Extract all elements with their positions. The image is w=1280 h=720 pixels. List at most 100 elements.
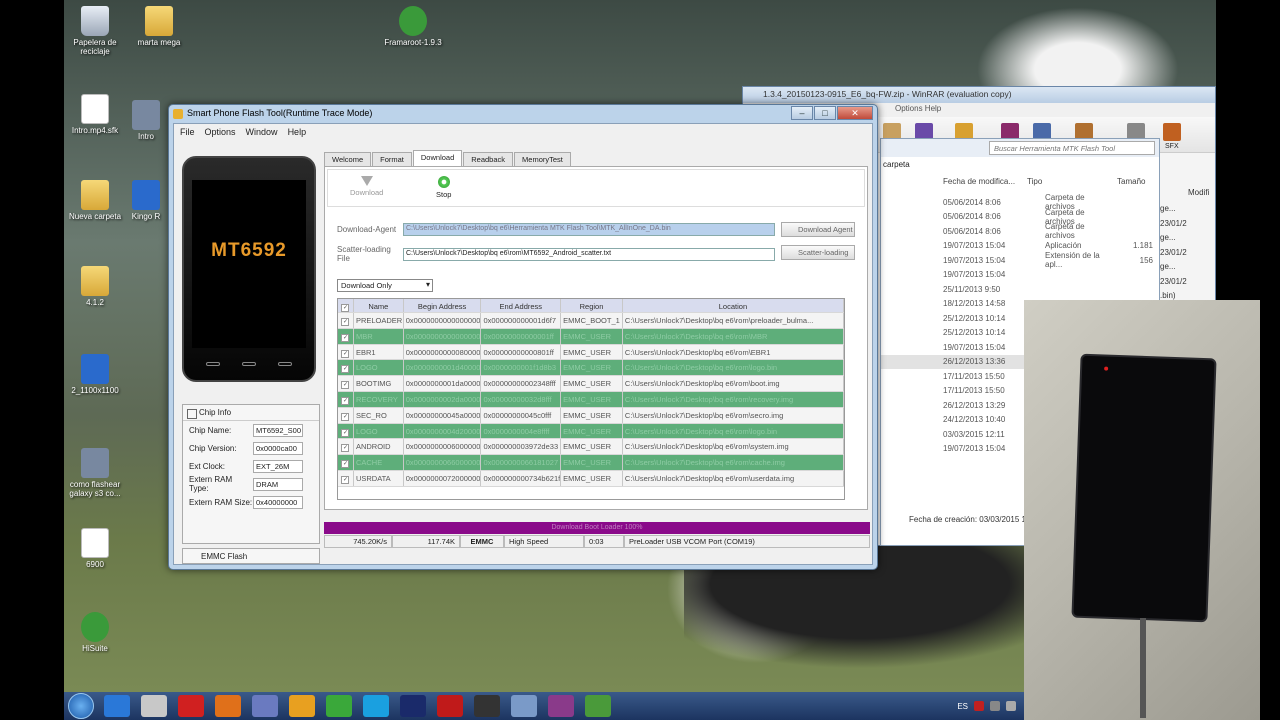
desktop-icon-flashear[interactable]: como flashear galaxy s3 co... [60,448,130,498]
desktop-icon-4-1-2[interactable]: 4.1.2 [60,266,130,307]
partition-row[interactable]: ✓ RECOVERY 0x0000000002da0000 0x00000000032… [338,391,844,408]
tab-download[interactable]: Download [412,150,463,166]
chip-info-header[interactable]: Chip Info [183,405,319,421]
chip-field-value[interactable]: 0x40000000 [253,495,303,509]
menu-options[interactable]: Options [205,127,236,137]
partition-checkbox[interactable]: ✓ [338,376,354,391]
partition-row[interactable]: ✓ BOOTIMG 0x0000000001da0000 0x000000000023… [338,376,844,392]
chip-field-value[interactable]: DRAM [253,477,303,491]
explorer-icon[interactable] [141,695,167,717]
partition-location[interactable]: C:\Users\Unlock7\Desktop\bq e6\rom\EBR1 [623,344,844,360]
emmc-flash-panel[interactable]: EMMC Flash [182,548,320,564]
col-size[interactable]: Tamaño [1117,177,1157,195]
maximize-button[interactable]: □ [814,106,836,120]
file-row[interactable]: 25/11/2013 9:50 [881,282,1159,297]
chip-field-value[interactable]: EXT_26M [253,459,303,473]
download-agent-field[interactable]: C:\Users\Unlock7\Desktop\bq e6\Herramien… [403,223,775,236]
tray-volume-icon[interactable] [1006,701,1016,711]
ie-icon[interactable] [104,695,130,717]
partition-checkbox[interactable]: ✓ [338,455,354,470]
download-mode-select[interactable]: Download Only [337,279,433,292]
tab-readback[interactable]: Readback [463,152,514,166]
partition-checkbox[interactable]: ✓ [338,360,354,376]
explorer-search-input[interactable] [989,141,1155,155]
outlook-icon[interactable] [289,695,315,717]
scatter-loading-button[interactable]: Scatter-loading [781,245,855,260]
partition-checkbox[interactable]: ✓ [338,423,354,439]
partition-checkbox[interactable]: ✓ [338,470,354,486]
start-button[interactable] [68,693,94,719]
window-icon[interactable] [511,695,537,717]
partition-row[interactable]: ✓ LOGO 0x0000000004d20000 0x0000000004e8fff… [338,423,844,440]
partition-checkbox[interactable]: ✓ [338,407,354,423]
desktop-icon-intro-sfk[interactable]: Intro.mp4.sfk [60,94,130,135]
partition-row[interactable]: ✓ CACHE 0x0000000066000000 0x00000000661810… [338,455,844,471]
file-row[interactable]: 05/06/2014 8:06 Carpeta de archivos [881,208,1159,226]
tray-alert-icon[interactable] [974,701,984,711]
partition-location[interactable]: C:\Users\Unlock7\Desktop\bq e6\rom\userd… [623,470,844,486]
flash-tool-window[interactable]: Smart Phone Flash Tool(Runtime Trace Mod… [168,104,878,570]
language-indicator[interactable]: ES [957,702,968,711]
partition-location[interactable]: C:\Users\Unlock7\Desktop\bq e6\rom\boot.… [623,376,844,391]
photoshop-icon[interactable] [400,695,426,717]
tab-memorytest[interactable]: MemoryTest [514,152,571,166]
winrar-icon[interactable] [548,695,574,717]
desktop-icon-recycle-bin[interactable]: Papelera de reciclaje [60,6,130,56]
partition-location[interactable]: C:\Users\Unlock7\Desktop\bq e6\rom\prelo… [623,313,844,328]
partition-row[interactable]: ✓ USRDATA 0x0000000072000000 0x000000000734… [338,470,844,487]
toolbar-sfx-icon[interactable] [1163,123,1181,141]
menu-window[interactable]: Window [246,127,278,137]
desktop-icon-image[interactable]: 2_1100x1100 [60,354,130,395]
partition-row[interactable]: ✓ PRELOADER 0x0000000000000000 0x0000000000… [338,313,844,329]
video-editor-icon[interactable] [474,695,500,717]
partition-location[interactable]: C:\Users\Unlock7\Desktop\bq e6\rom\syste… [623,439,844,455]
partition-location[interactable]: C:\Users\Unlock7\Desktop\bq e6\rom\secro… [623,407,844,423]
header-checkbox[interactable]: ✓ [338,299,354,312]
desktop-icon-framaroot[interactable]: Framaroot-1.9.3 [378,6,448,47]
tab-format[interactable]: Format [372,152,412,166]
file-row[interactable]: 19/07/2013 15:04 Aplicación 1.181 [881,239,1159,254]
partition-row[interactable]: ✓ SEC_RO 0x00000000045a0000 0x00000000045c0… [338,407,844,424]
minimize-button[interactable]: – [791,106,813,120]
stop-button[interactable]: Stop [436,176,451,199]
desktop-icon-hisuite[interactable]: HiSuite [60,612,130,653]
desktop-icon-nueva-carpeta[interactable]: Nueva carpeta [60,180,130,221]
menu-help[interactable]: Help [288,127,307,137]
partition-location[interactable]: C:\Users\Unlock7\Desktop\bq e6\rom\logo.… [623,423,844,439]
col-date[interactable]: Fecha de modifica... [943,177,1027,195]
partition-row[interactable]: ✓ ANDROID 0x0000000006000000 0x000000003972… [338,439,844,456]
acrobat-icon[interactable] [437,695,463,717]
chrome-icon[interactable] [326,695,352,717]
partition-row[interactable]: ✓ MBR 0x0000000000000000 0x00000000000001ff… [338,328,844,345]
file-row[interactable]: 05/06/2014 8:06 Carpeta de archivos [881,193,1159,211]
desktop-icon-marta-mega[interactable]: marta mega [124,6,194,47]
partition-location[interactable]: C:\Users\Unlock7\Desktop\bq e6\rom\logo.… [623,360,844,376]
partition-location[interactable]: C:\Users\Unlock7\Desktop\bq e6\rom\cache… [623,455,844,470]
winrar-titlebar[interactable]: 1.3.4_20150123-0915_E6_bq-FW.zip - WinRA… [743,87,1215,103]
flash-tool-icon[interactable] [585,695,611,717]
file-row[interactable]: 19/07/2013 15:04 [881,268,1159,283]
file-row[interactable]: 19/07/2013 15:04 Extensión de la apl... 15… [881,251,1159,269]
partition-checkbox[interactable]: ✓ [338,313,354,328]
download-button[interactable]: Download [350,176,383,197]
menu-file[interactable]: File [180,127,195,137]
partition-checkbox[interactable]: ✓ [338,344,354,360]
chip-field-value[interactable]: 0x0000ca00 [253,441,303,455]
chip-field-value[interactable]: MT6592_S00 [253,423,303,437]
partition-location[interactable]: C:\Users\Unlock7\Desktop\bq e6\rom\recov… [623,391,844,407]
skype-icon[interactable] [363,695,389,717]
scatter-file-field[interactable]: C:\Users\Unlock7\Desktop\bq e6\rom\MT659… [403,247,775,261]
save-icon[interactable] [252,695,278,717]
desktop-icon-6900[interactable]: 6900 [60,528,130,569]
firefox-icon[interactable] [215,695,241,717]
download-agent-button[interactable]: Download Agent [781,222,855,237]
flash-titlebar[interactable]: Smart Phone Flash Tool(Runtime Trace Mod… [169,105,877,123]
file-row[interactable]: 05/06/2014 8:06 Carpeta de archivos [881,222,1159,240]
partition-checkbox[interactable]: ✓ [338,439,354,455]
desktop-icon-kingo[interactable]: Kingo R [124,180,168,221]
partition-row[interactable]: ✓ LOGO 0x0000000001d40000 0x0000000001f1d8b… [338,360,844,377]
tray-network-icon[interactable] [990,701,1000,711]
close-button[interactable]: ✕ [837,106,873,120]
desktop-icon-intro[interactable]: Intro [124,100,168,141]
partition-row[interactable]: ✓ EBR1 0x0000000000080000 0x00000000000801f… [338,344,844,361]
